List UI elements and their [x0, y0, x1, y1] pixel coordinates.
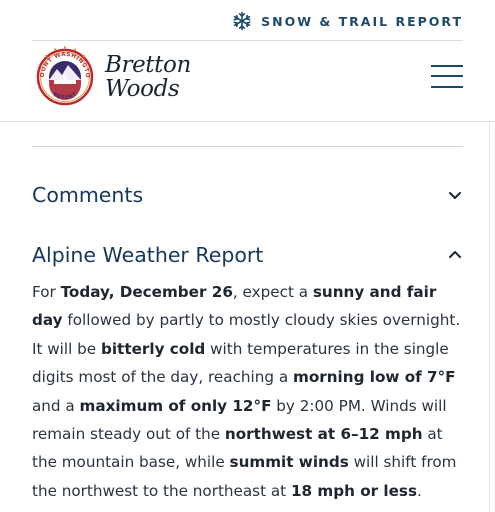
- hamburger-menu-icon-bar: [431, 86, 463, 88]
- brand-wordmark[interactable]: Bretton Woods: [105, 53, 191, 101]
- comments-accordion-header[interactable]: Comments: [32, 180, 463, 210]
- chevron-down-icon: [449, 192, 461, 199]
- report-highlight: northwest at 6–12 mph: [224, 425, 423, 444]
- report-highlight: morning low of 7°F: [293, 368, 456, 387]
- bretton-woods-seal-logo: MOUNT WASHINGTON RESORT: [29, 40, 94, 106]
- report-highlight: summit winds: [229, 453, 349, 472]
- hamburger-menu-icon-bar: [431, 75, 463, 77]
- report-highlight: Today, December 26: [60, 283, 233, 301]
- comments-title: Comments: [32, 183, 144, 207]
- report-text: For: [32, 283, 61, 301]
- section-divider: [32, 146, 463, 147]
- snow-trail-report-label: SNOW & TRAIL REPORT: [261, 13, 463, 29]
- report-text: .: [417, 481, 422, 500]
- weather-report-title: Alpine Weather Report: [32, 243, 264, 267]
- report-highlight: bitterly cold: [100, 339, 206, 358]
- site-header: MOUNT WASHINGTON RESORT Bretton Woods: [0, 40, 495, 121]
- report-text: , expect a: [232, 283, 313, 301]
- hamburger-menu-icon: [431, 65, 463, 67]
- snowflake-icon: [233, 11, 251, 31]
- snow-trail-report-link[interactable]: SNOW & TRAIL REPORT: [232, 11, 463, 31]
- bretton-woods-logo[interactable]: MOUNT WASHINGTON RESORT: [29, 40, 98, 110]
- brand-line-1: Bretton: [105, 52, 191, 78]
- weather-accordion-header[interactable]: Alpine Weather Report: [32, 240, 463, 270]
- header-divider: [0, 121, 495, 122]
- report-highlight: 18 mph or less: [290, 481, 417, 500]
- weather-report-body: For Today, December 26, expect a sunny a…: [32, 278, 464, 505]
- scroll-panel-edge: [489, 122, 495, 512]
- report-highlight: maximum of only 12°F: [79, 396, 272, 415]
- hamburger-menu-button[interactable]: [431, 65, 463, 89]
- brand-line-2: Woods: [105, 76, 180, 102]
- utility-bar: SNOW & TRAIL REPORT: [0, 0, 495, 40]
- chevron-up-icon: [449, 251, 461, 258]
- report-text: and a: [32, 396, 80, 415]
